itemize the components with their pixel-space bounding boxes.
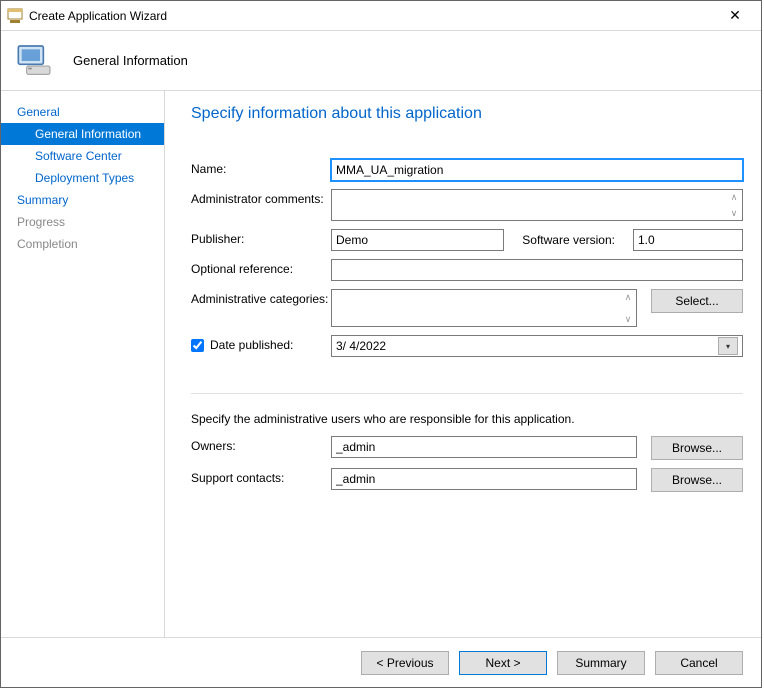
sidebar-item-summary[interactable]: Summary [1, 189, 164, 211]
date-published-checkbox-wrap[interactable]: Date published: [191, 338, 331, 352]
sidebar-item-completion: Completion [1, 233, 164, 255]
scroll-arrows[interactable]: ∧∨ [621, 291, 635, 325]
page-heading: Specify information about this applicati… [191, 105, 743, 123]
date-published-value: 3/ 4/2022 [336, 339, 386, 353]
sidebar-item-general-information[interactable]: General Information [1, 123, 164, 145]
date-published-checkbox[interactable] [191, 339, 204, 352]
window-title: Create Application Wizard [29, 9, 715, 23]
admin-comments-label: Administrator comments: [191, 189, 331, 206]
next-button[interactable]: Next > [459, 651, 547, 675]
admin-comments-input[interactable]: ∧∨ [331, 189, 743, 221]
cancel-button[interactable]: Cancel [655, 651, 743, 675]
browse-support-contacts-button[interactable]: Browse... [651, 468, 743, 492]
chevron-down-icon[interactable]: ∨ [727, 207, 741, 219]
main-panel: Specify information about this applicati… [165, 91, 761, 637]
wizard-icon [7, 8, 23, 24]
wizard-window: Create Application Wizard ✕ General Info… [0, 0, 762, 688]
sidebar-item-progress: Progress [1, 211, 164, 233]
chevron-down-icon[interactable]: ∨ [621, 313, 635, 325]
responsible-users-note: Specify the administrative users who are… [191, 412, 743, 426]
owners-label: Owners: [191, 436, 331, 453]
close-button[interactable]: ✕ [715, 7, 755, 24]
support-contacts-input[interactable] [331, 468, 637, 490]
calendar-dropdown-icon[interactable]: ▾ [718, 337, 738, 355]
date-published-checkbox-label: Date published: [210, 338, 293, 352]
chevron-up-icon[interactable]: ∧ [727, 191, 741, 203]
optional-reference-input[interactable] [331, 259, 743, 281]
previous-button[interactable]: < Previous [361, 651, 449, 675]
select-categories-button[interactable]: Select... [651, 289, 743, 313]
chevron-up-icon[interactable]: ∧ [621, 291, 635, 303]
optional-reference-label: Optional reference: [191, 259, 331, 276]
sidebar: General General Information Software Cen… [1, 91, 165, 637]
date-published-label: Date published: [191, 335, 331, 352]
support-contacts-label: Support contacts: [191, 468, 331, 485]
sidebar-item-general[interactable]: General [1, 101, 164, 123]
titlebar: Create Application Wizard ✕ [1, 1, 761, 31]
software-version-input[interactable] [633, 229, 743, 251]
summary-button[interactable]: Summary [557, 651, 645, 675]
wizard-header: General Information [1, 31, 761, 91]
wizard-footer: < Previous Next > Summary Cancel [1, 637, 761, 687]
scroll-arrows[interactable]: ∧∨ [727, 191, 741, 219]
software-version-label: Software version: [522, 233, 615, 247]
admin-categories-box[interactable]: ∧∨ [331, 289, 637, 327]
owners-input[interactable] [331, 436, 637, 458]
admin-categories-label: Administrative categories: [191, 289, 331, 306]
publisher-input[interactable] [331, 229, 504, 251]
wizard-body: General General Information Software Cen… [1, 91, 761, 637]
sidebar-item-deployment-types[interactable]: Deployment Types [1, 167, 164, 189]
computer-icon [15, 41, 55, 81]
header-section-title: General Information [73, 53, 188, 68]
date-published-picker[interactable]: 3/ 4/2022 ▾ [331, 335, 743, 357]
sidebar-item-software-center[interactable]: Software Center [1, 145, 164, 167]
publisher-label: Publisher: [191, 229, 331, 246]
browse-owners-button[interactable]: Browse... [651, 436, 743, 460]
name-input[interactable] [331, 159, 743, 181]
name-label: Name: [191, 159, 331, 176]
